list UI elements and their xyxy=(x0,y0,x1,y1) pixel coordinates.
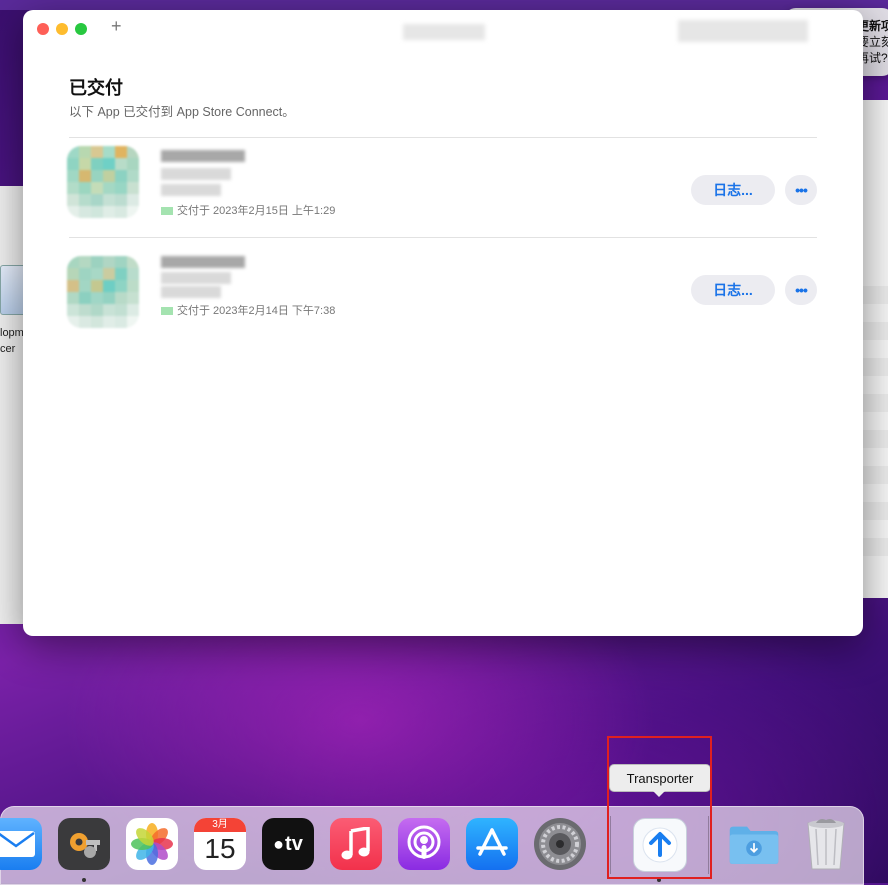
more-options-button[interactable]: ••• xyxy=(785,275,817,305)
apple-logo-icon: ● xyxy=(273,833,285,854)
maximize-button[interactable] xyxy=(75,23,87,35)
podcasts-icon[interactable] xyxy=(398,818,450,870)
photos-icon[interactable] xyxy=(126,818,178,870)
highlight-annotation xyxy=(607,736,712,879)
app-icon xyxy=(67,146,139,218)
transporter-window[interactable]: + 已交付 以下 App 已交付到 App Store Connect。 交付于… xyxy=(23,10,863,636)
redacted-app-version xyxy=(161,168,231,180)
delivered-timestamp: 交付于 2023年2月14日 下午7:38 xyxy=(161,302,335,318)
delivered-timestamp: 交付于 2023年2月15日 上午1:29 xyxy=(161,202,335,218)
calendar-month: 3月 xyxy=(194,818,246,832)
redacted-window-title xyxy=(403,24,485,40)
tv-label: tv xyxy=(285,832,303,855)
redacted-app-name xyxy=(161,150,245,162)
keychain-icon[interactable] xyxy=(58,818,110,870)
app-icon xyxy=(67,256,139,328)
trash-icon[interactable] xyxy=(800,818,852,870)
running-indicator xyxy=(82,878,86,882)
background-label-1: lopm xyxy=(0,327,24,339)
downloads-folder-icon[interactable] xyxy=(728,818,780,870)
status-indicator xyxy=(161,207,173,216)
redacted-account xyxy=(678,20,808,42)
menu-bar-strip xyxy=(0,0,888,10)
log-button[interactable]: 日志... xyxy=(691,275,775,305)
page-title: 已交付 xyxy=(69,78,123,98)
status-indicator xyxy=(161,307,173,316)
delivered-text: 交付于 2023年2月14日 下午7:38 xyxy=(177,305,336,317)
music-icon[interactable] xyxy=(330,818,382,870)
more-options-button[interactable]: ••• xyxy=(785,175,817,205)
redacted-app-name xyxy=(161,256,245,268)
calendar-day: 15 xyxy=(204,833,236,864)
minimize-button[interactable] xyxy=(56,23,68,35)
apple-tv-icon[interactable]: ● tv xyxy=(262,818,314,870)
add-tab-button[interactable]: + xyxy=(111,16,122,37)
log-button[interactable]: 日志... xyxy=(691,175,775,205)
divider xyxy=(69,137,817,138)
app-store-icon[interactable] xyxy=(466,818,518,870)
page-subtitle: 以下 App 已交付到 App Store Connect。 xyxy=(69,105,295,119)
mail-icon[interactable] xyxy=(0,818,42,870)
redacted-app-version xyxy=(161,272,231,284)
calendar-icon[interactable]: 3月 15 xyxy=(194,818,246,870)
divider xyxy=(69,237,817,238)
background-label-2: cer xyxy=(0,343,16,355)
system-preferences-icon[interactable] xyxy=(534,818,586,870)
close-button[interactable] xyxy=(37,23,49,35)
delivered-text: 交付于 2023年2月15日 上午1:29 xyxy=(177,205,336,217)
redacted-app-build xyxy=(161,184,221,196)
redacted-app-build xyxy=(161,286,221,298)
